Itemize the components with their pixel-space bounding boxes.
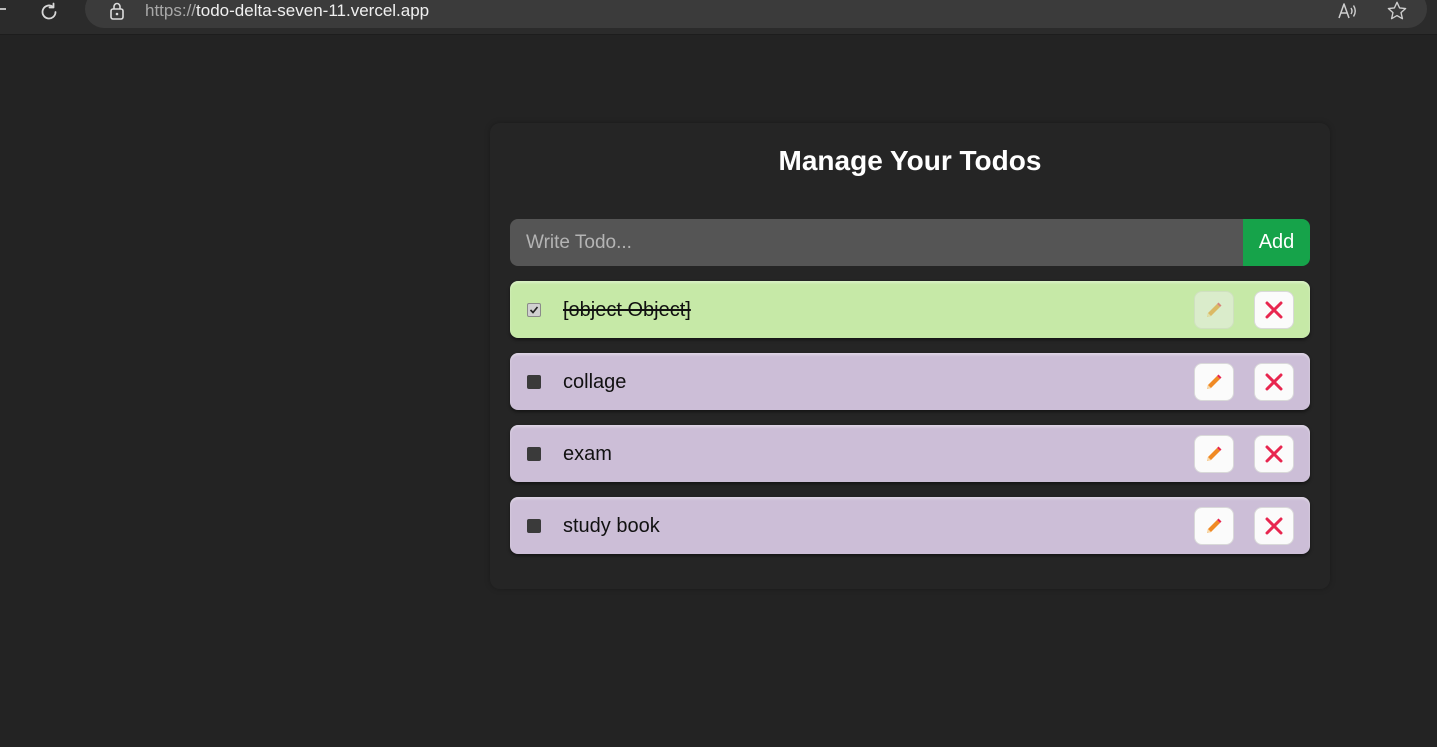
delete-button[interactable]: [1254, 291, 1294, 329]
pencil-icon: [1207, 446, 1222, 461]
back-button-edge[interactable]: [0, 8, 6, 10]
favorite-button[interactable]: [1384, 0, 1410, 22]
edit-button[interactable]: [1194, 435, 1234, 473]
todo-item: study book: [510, 497, 1310, 554]
todo-text: exam: [563, 443, 612, 465]
todo-text: collage: [563, 371, 627, 393]
star-icon: [1387, 1, 1407, 20]
page-title: Manage Your Todos: [778, 145, 1042, 176]
todo-item: exam: [510, 425, 1310, 482]
read-aloud-button[interactable]: [1336, 0, 1360, 22]
pencil-icon: [1207, 302, 1222, 317]
todo-checkbox[interactable]: [527, 447, 541, 461]
todo-item: [object Object]: [510, 281, 1310, 338]
close-icon: [1265, 301, 1283, 319]
url-host: todo-delta-seven-11.vercel.app: [196, 1, 430, 20]
todo-input[interactable]: [510, 219, 1243, 266]
check-icon: [529, 306, 539, 314]
url-text[interactable]: https://todo-delta-seven-11.vercel.app: [145, 0, 429, 22]
add-button[interactable]: Add: [1243, 219, 1310, 266]
lock-icon[interactable]: [107, 1, 127, 21]
todo-form: Add: [510, 219, 1310, 266]
todo-item: collage: [510, 353, 1310, 410]
url-scheme: https://: [145, 1, 197, 20]
close-icon: [1265, 445, 1283, 463]
edit-button[interactable]: [1194, 363, 1234, 401]
delete-button[interactable]: [1254, 435, 1294, 473]
todo-text: [object Object]: [563, 299, 691, 321]
title-wrapper: Manage Your Todos: [490, 0, 1330, 200]
todo-checkbox[interactable]: [527, 519, 541, 533]
read-aloud-icon: [1338, 3, 1356, 19]
todo-checkbox[interactable]: [527, 303, 541, 317]
edit-button[interactable]: [1194, 291, 1234, 329]
todo-list: [object Object] collage exam study book: [510, 281, 1310, 569]
close-icon: [1265, 373, 1283, 391]
reload-button[interactable]: [36, 0, 62, 24]
pencil-icon: [1207, 374, 1222, 389]
reload-icon: [41, 2, 57, 20]
edit-button[interactable]: [1194, 507, 1234, 545]
delete-button[interactable]: [1254, 363, 1294, 401]
todo-checkbox[interactable]: [527, 375, 541, 389]
close-icon: [1265, 517, 1283, 535]
pencil-icon: [1207, 518, 1222, 533]
delete-button[interactable]: [1254, 507, 1294, 545]
todo-text: study book: [563, 515, 660, 537]
